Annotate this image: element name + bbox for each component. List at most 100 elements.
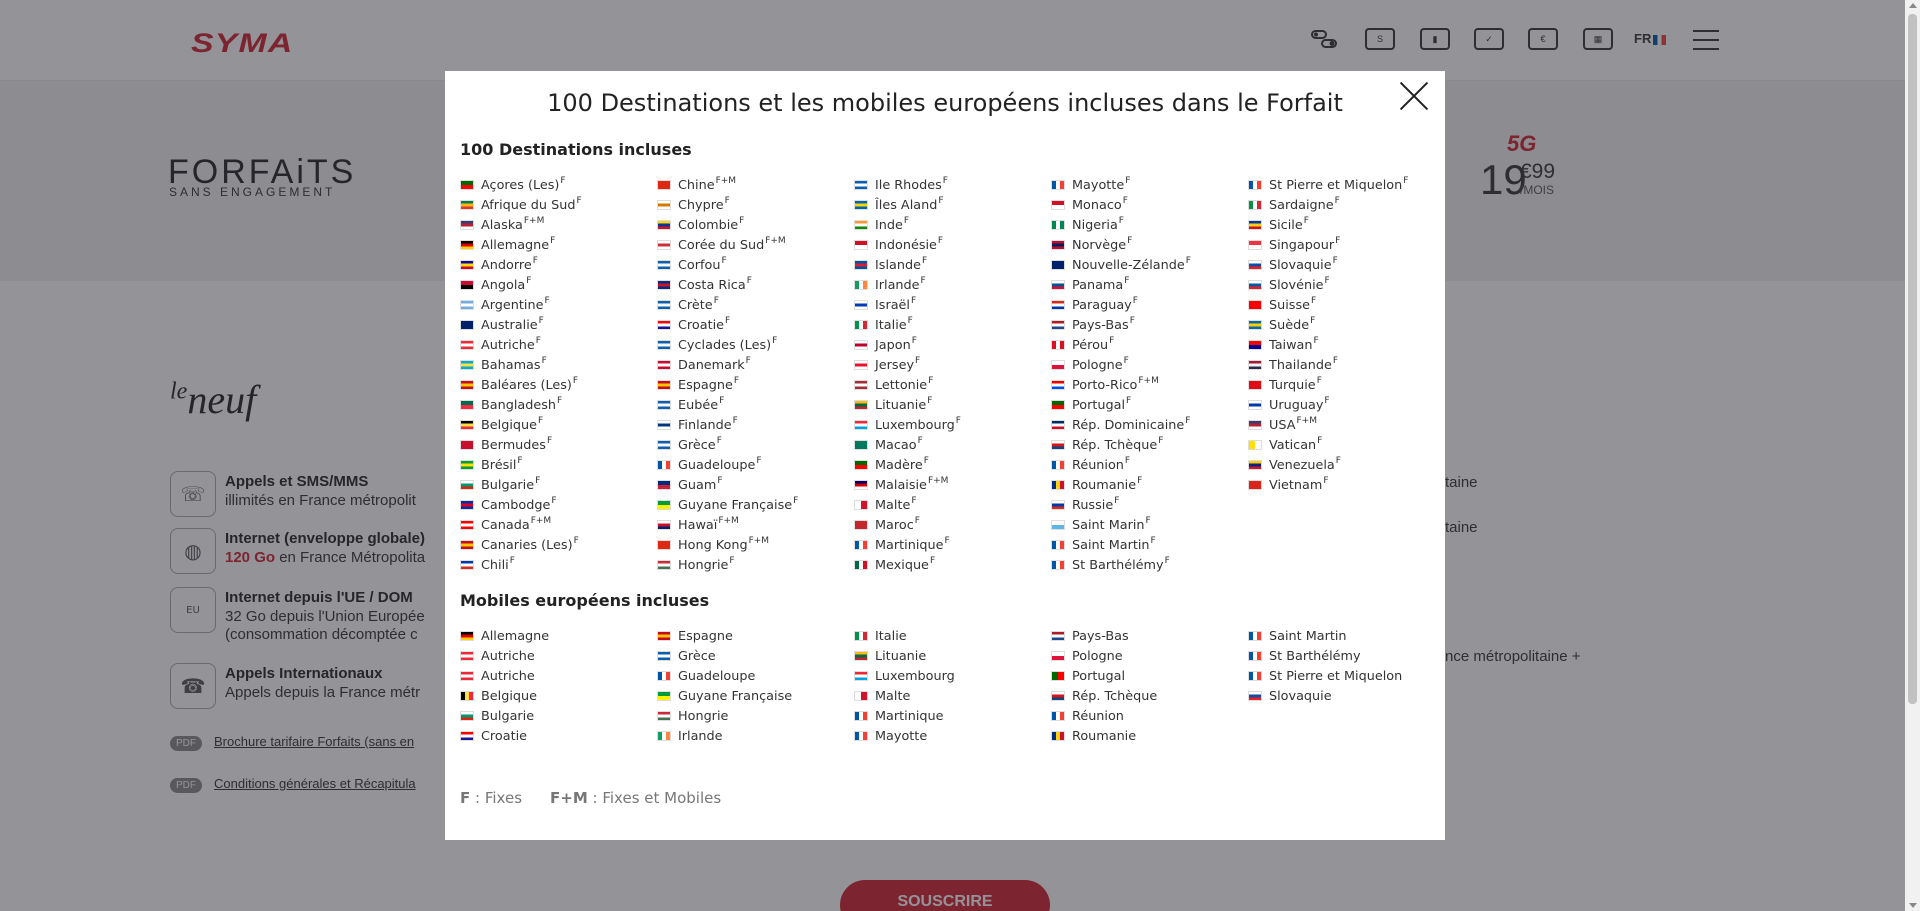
country-name: Grèce: [678, 437, 716, 453]
country-item: Espagne: [657, 626, 854, 646]
coverage-superscript: F+M: [715, 176, 737, 186]
country-column: Pays-Bas Pologne Portugal Rép. Tchèque Réuni…: [1051, 626, 1248, 746]
country-name: Macao: [875, 437, 917, 453]
country-name: Slovénie: [1269, 277, 1324, 293]
coverage-superscript: F: [955, 416, 961, 426]
country-flag-icon: [657, 260, 671, 270]
coverage-superscript: F: [1323, 476, 1329, 486]
coverage-superscript: F: [1127, 236, 1133, 246]
country-flag-icon: [657, 200, 671, 210]
mobiles-section-title: Mobiles européens incluses: [460, 591, 710, 610]
country-flag-icon: [854, 691, 868, 701]
coverage-superscript: F: [914, 516, 920, 526]
coverage-superscript: F+M: [765, 236, 786, 246]
country-item: Malte F: [854, 495, 1051, 515]
country-item: Taiwan F: [1248, 335, 1445, 355]
country-flag-icon: [460, 711, 474, 721]
country-item: Hongrie F: [657, 555, 854, 575]
country-item: Canaries (Les) F: [460, 535, 657, 555]
country-name: Pologne: [1072, 357, 1123, 373]
country-column: Ile Rhodes F Îles Aland F Inde F Indonésie F Isl…: [854, 175, 1051, 575]
country-flag-icon: [460, 520, 474, 530]
country-flag-icon: [1051, 320, 1065, 330]
country-name: Saint Martin: [1072, 537, 1150, 553]
country-flag-icon: [657, 280, 671, 290]
country-name: Pologne: [1072, 648, 1123, 664]
page-scrollbar[interactable]: [1905, 0, 1920, 911]
country-flag-icon: [1248, 240, 1262, 250]
coverage-superscript: F: [920, 276, 926, 286]
country-item: Croatie: [460, 726, 657, 746]
country-name: Slovaquie: [1269, 257, 1332, 273]
coverage-superscript: F: [576, 196, 582, 206]
country-name: Japon: [875, 337, 911, 353]
country-item: Espagne F: [657, 375, 854, 395]
coverage-superscript: F: [1403, 176, 1409, 186]
coverage-superscript: F: [1137, 476, 1143, 486]
coverage-superscript: F: [915, 356, 921, 366]
country-item: Bulgarie F: [460, 475, 657, 495]
coverage-superscript: F: [729, 556, 735, 566]
close-icon[interactable]: [1399, 81, 1429, 111]
country-flag-icon: [657, 360, 671, 370]
country-item: Pérou F: [1051, 335, 1248, 355]
country-flag-icon: [1248, 400, 1262, 410]
coverage-superscript: F: [903, 216, 910, 226]
country-flag-icon: [657, 540, 671, 550]
country-name: Pays-Bas: [1072, 317, 1129, 333]
coverage-superscript: F: [532, 256, 538, 266]
country-flag-icon: [1248, 480, 1262, 490]
country-name: Italie: [875, 317, 907, 333]
country-item: Malaisie F+M: [854, 475, 1051, 495]
country-flag-icon: [1248, 320, 1262, 330]
country-name: Lettonie: [875, 377, 928, 393]
country-item: Guyane Française: [657, 686, 854, 706]
country-item: Bangladesh F: [460, 395, 657, 415]
country-item: Lituanie F: [854, 395, 1051, 415]
country-item: Chypre F: [657, 195, 854, 215]
country-name: Mayotte: [1072, 177, 1125, 193]
country-flag-icon: [1051, 671, 1065, 681]
country-name: Allemagne: [481, 237, 550, 253]
country-name: Bangladesh: [481, 397, 557, 413]
country-flag-icon: [854, 460, 868, 470]
coverage-superscript: F: [944, 536, 950, 546]
country-flag-icon: [657, 300, 671, 310]
country-flag-icon: [657, 631, 671, 641]
scroll-up-arrow[interactable]: [1909, 3, 1917, 8]
country-name: Colombie: [678, 217, 739, 233]
coverage-superscript: F: [1324, 276, 1330, 286]
country-item: Thailande F: [1248, 355, 1445, 375]
country-flag-icon: [1051, 360, 1065, 370]
country-item: Suède F: [1248, 315, 1445, 335]
country-name: St Barthélémy: [1269, 648, 1361, 664]
coverage-superscript: F: [1185, 256, 1191, 266]
country-item: Allemagne: [460, 626, 657, 646]
country-item: Lettonie F: [854, 375, 1051, 395]
country-item: Brésil F: [460, 455, 657, 475]
coverage-superscript: F: [724, 196, 730, 206]
country-name: Pays-Bas: [1072, 628, 1129, 644]
country-flag-icon: [460, 671, 474, 681]
country-flag-icon: [460, 340, 474, 350]
coverage-superscript: F: [716, 436, 722, 446]
country-name: Turquie: [1269, 377, 1316, 393]
scroll-down-arrow[interactable]: [1909, 903, 1917, 908]
coverage-superscript: F: [1118, 216, 1124, 226]
country-flag-icon: [460, 691, 474, 701]
coverage-superscript: F: [1316, 376, 1322, 386]
country-item: Grèce F: [657, 435, 854, 455]
country-column: Espagne Grèce Guadeloupe Guyane Française Ho…: [657, 626, 854, 746]
country-item: Argentine F: [460, 295, 657, 315]
country-item: Îles Aland F: [854, 195, 1051, 215]
country-name: Indonésie: [875, 237, 937, 253]
country-flag-icon: [657, 240, 671, 250]
country-item: Porto-Rico F+M: [1051, 375, 1248, 395]
country-flag-icon: [1248, 691, 1262, 701]
scrollbar-thumb[interactable]: [1908, 14, 1917, 704]
country-flag-icon: [1051, 340, 1065, 350]
country-item: Monaco F: [1051, 195, 1248, 215]
country-name: Autriche: [481, 648, 535, 664]
country-column: Chine F+M Chypre F Colombie F Corée du Sud F+M C…: [657, 175, 854, 575]
country-flag-icon: [1051, 460, 1065, 470]
